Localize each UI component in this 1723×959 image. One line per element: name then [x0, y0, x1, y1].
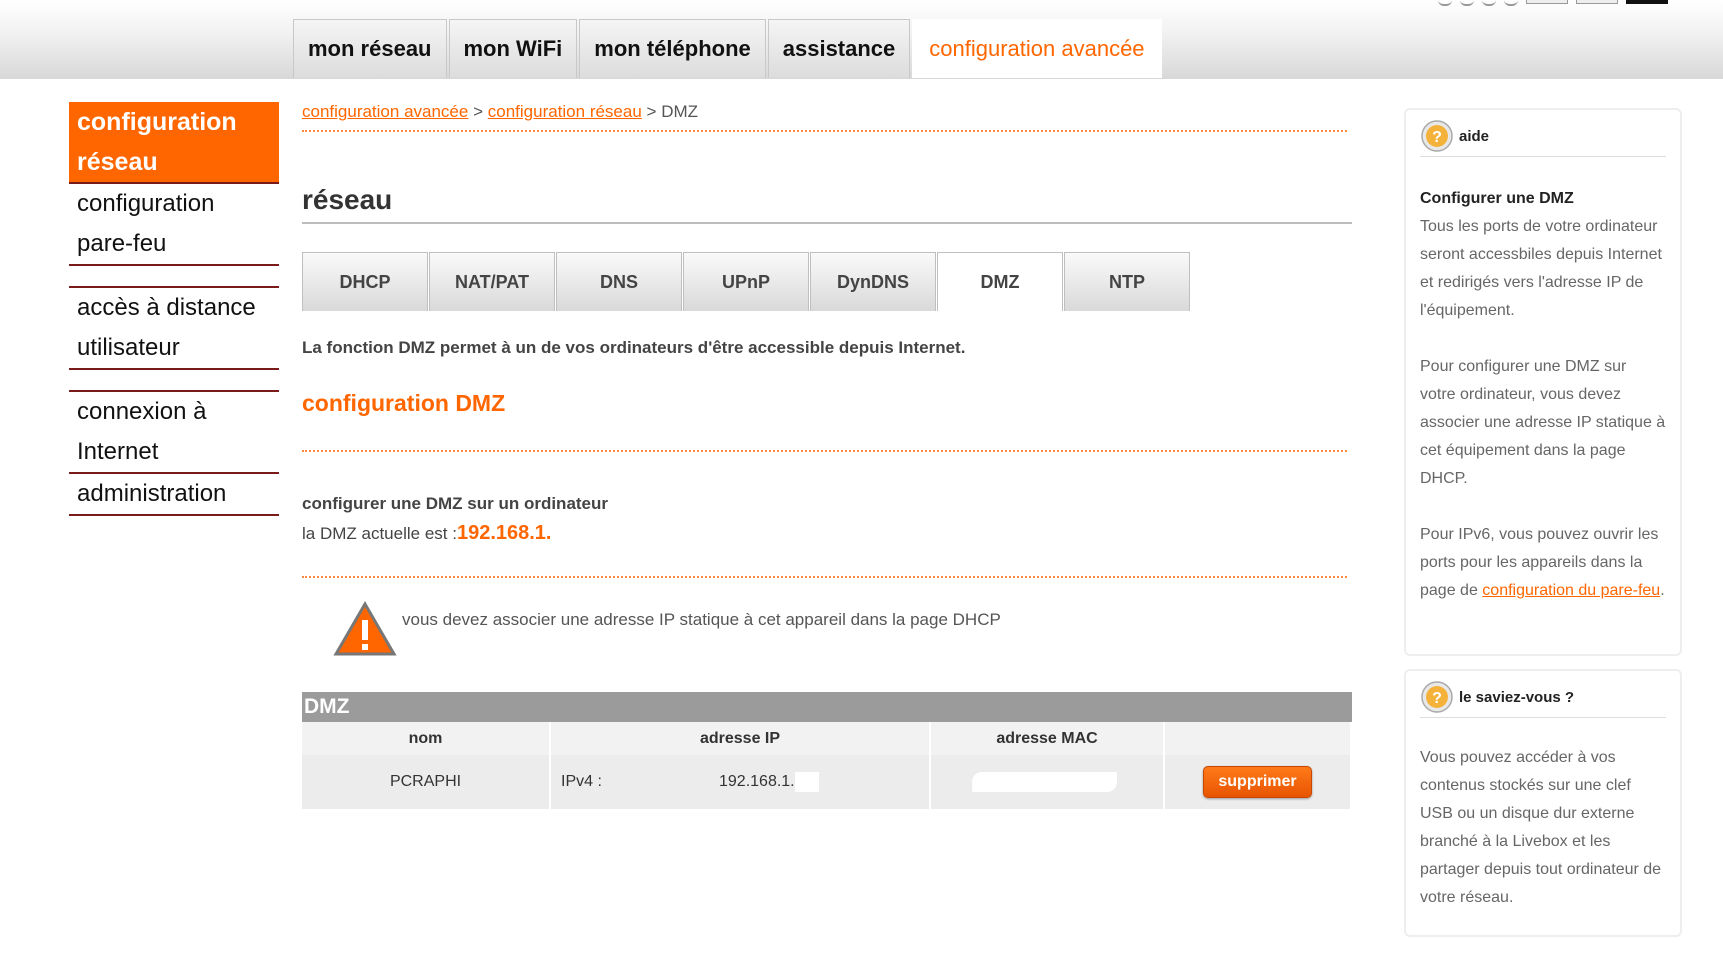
tip-text: Vous pouvez accéder à vos contenus stock…: [1420, 749, 1662, 906]
column-header-nom: nom: [302, 722, 551, 755]
table-row: PCRAPHI IPv4 : 192.168.1. supprimer: [302, 755, 1352, 809]
main-nav: mon réseau mon WiFi mon téléphone assist…: [293, 19, 1164, 78]
delete-button[interactable]: supprimer: [1203, 766, 1312, 798]
title-divider: [302, 222, 1352, 224]
nav-tab-mon-telephone[interactable]: mon téléphone: [579, 19, 766, 78]
dotted-divider: [302, 130, 1347, 132]
help-panel-title: aide: [1459, 127, 1490, 145]
column-header-adresse-ip: adresse IP: [550, 722, 931, 755]
tip-panel: ? le saviez-vous ? Vous pouvez accéder à…: [1404, 669, 1682, 937]
nav-tab-mon-reseau[interactable]: mon réseau: [293, 19, 447, 78]
sidebar-item-administration[interactable]: administration: [69, 474, 279, 516]
breadcrumb: configuration avancée > configuration ré…: [302, 102, 1352, 130]
cell-mac: [930, 755, 1165, 809]
corner-button[interactable]: [1626, 0, 1668, 4]
dotted-divider: [302, 576, 1347, 578]
warning-triangle-icon: [333, 601, 397, 656]
sub-tabs: DHCP NAT/PAT DNS UPnP DynDNS DMZ NTP: [302, 252, 1191, 311]
dmz-current: la DMZ actuelle est :192.168.1.: [302, 522, 551, 545]
dmz-current-label: la DMZ actuelle est :: [302, 524, 457, 543]
page-title: réseau: [302, 184, 393, 215]
cell-ip: IPv4 : 192.168.1.: [550, 755, 931, 809]
corner-button[interactable]: [1526, 0, 1568, 4]
nav-tab-assistance[interactable]: assistance: [767, 19, 911, 78]
sidebar-item-acces-distance[interactable]: accès à distance utilisateur: [69, 288, 279, 370]
column-header-adresse-mac: adresse MAC: [930, 722, 1165, 755]
sidebar: configuration réseau configuration pare-…: [69, 102, 279, 516]
tab-dns[interactable]: DNS: [556, 252, 682, 311]
help-paragraph-3: Pour IPv6, vous pouvez ouvrir les ports …: [1420, 521, 1666, 605]
dmz-table: DMZ nom adresse IP adresse MAC PCRAPHI I…: [302, 692, 1352, 809]
help-paragraph-2: Pour configurer une DMZ sur votre ordina…: [1420, 358, 1666, 487]
sidebar-divider: [69, 266, 279, 288]
tip-panel-title: le saviez-vous ?: [1459, 688, 1575, 706]
redaction-mark: [794, 772, 819, 792]
sidebar-item-configuration-reseau[interactable]: configuration réseau: [69, 102, 279, 184]
dmz-heading: configurer une DMZ sur un ordinateur: [302, 494, 609, 513]
corner-button[interactable]: [1576, 0, 1618, 4]
question-icon: ?: [1421, 681, 1453, 713]
warning-text: vous devez associer une adresse IP stati…: [402, 610, 1001, 629]
sidebar-item-connexion-internet[interactable]: connexion à Internet: [69, 392, 279, 474]
ip-type: IPv4 :: [561, 773, 602, 790]
help-heading: Configurer une DMZ: [1420, 190, 1574, 207]
redaction-mark: [972, 772, 1117, 792]
cell-action: supprimer: [1164, 755, 1352, 809]
breadcrumb-link-configuration-reseau[interactable]: configuration réseau: [488, 102, 642, 121]
help-paragraph-3-end: .: [1660, 582, 1665, 599]
section-title: configuration DMZ: [302, 390, 506, 416]
table-title: DMZ: [302, 692, 1352, 722]
dmz-current-ip: 192.168.1.: [456, 522, 552, 544]
tab-upnp[interactable]: UPnP: [683, 252, 809, 311]
nav-tab-configuration-avancee[interactable]: configuration avancée: [912, 19, 1162, 78]
intro-bold: DMZ: [398, 338, 436, 357]
tab-dyndns[interactable]: DynDNS: [810, 252, 936, 311]
intro-suffix: permet à un de vos ordinateurs d'être ac…: [439, 338, 966, 357]
sidebar-item-configuration-pare-feu[interactable]: configuration pare-feu: [69, 184, 279, 266]
tab-dhcp[interactable]: DHCP: [302, 252, 428, 311]
main-content: configuration avancée > configuration ré…: [302, 102, 1352, 809]
warning-box: vous devez associer une adresse IP stati…: [332, 600, 1001, 660]
sidebar-divider: [69, 370, 279, 392]
breadcrumb-separator: >: [473, 102, 484, 121]
intro-prefix: La fonction: [302, 338, 394, 357]
firewall-config-link[interactable]: configuration du pare-feu: [1482, 582, 1660, 599]
question-icon: ?: [1421, 120, 1453, 152]
tab-dmz[interactable]: DMZ: [937, 252, 1063, 311]
window-controls: [1438, 0, 1668, 6]
svg-text:?: ?: [1432, 129, 1442, 146]
cell-name: PCRAPHI: [302, 755, 551, 809]
column-header-action: [1164, 722, 1352, 755]
nav-tab-mon-wifi[interactable]: mon WiFi: [448, 19, 578, 78]
breadcrumb-link-configuration-avancee[interactable]: configuration avancée: [302, 102, 468, 121]
tab-ntp[interactable]: NTP: [1064, 252, 1190, 311]
help-panel: ? aide Configurer une DMZ Tous les ports…: [1404, 108, 1682, 656]
help-paragraph-1: Tous les ports de votre ordinateur seron…: [1420, 218, 1662, 319]
ip-value: 192.168.1.: [719, 773, 795, 790]
dotted-divider: [302, 450, 1347, 452]
tab-nat-pat[interactable]: NAT/PAT: [429, 252, 555, 311]
breadcrumb-separator: >: [646, 102, 657, 121]
breadcrumb-current: DMZ: [661, 102, 699, 121]
intro-text: La fonction DMZ permet à un de vos ordin…: [302, 338, 965, 358]
svg-text:?: ?: [1432, 690, 1442, 707]
